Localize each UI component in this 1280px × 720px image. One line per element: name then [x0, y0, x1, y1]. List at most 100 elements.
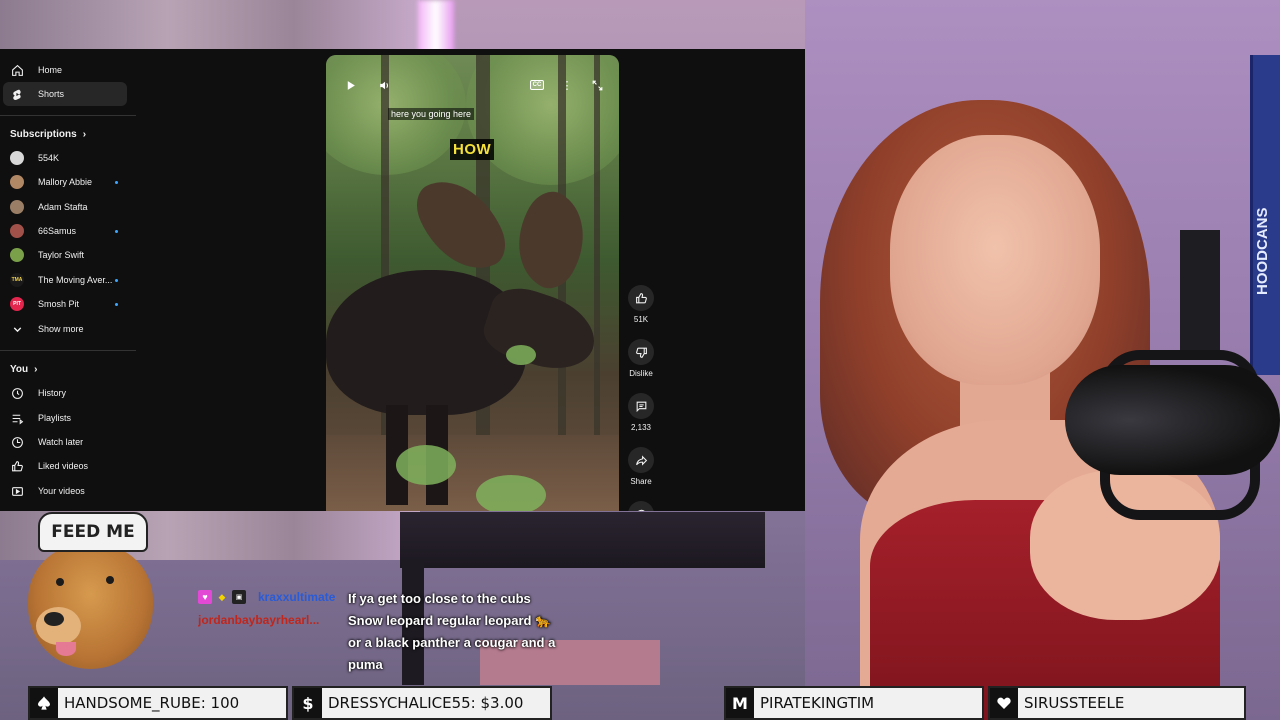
sidebar-item-subscription[interactable]: 554K [3, 146, 127, 170]
sidebar-item-subscription[interactable]: TMA The Moving Aver... [3, 268, 127, 292]
chat-message-line: Snow leopard regular leopard 🐆 [348, 613, 552, 628]
remix-icon [628, 501, 654, 511]
sidebar-item-playlists[interactable]: Playlists [3, 406, 127, 430]
sidebar-item-label: The Moving Aver... [38, 275, 113, 285]
sidebar-item-subscription[interactable]: Taylor Swift [3, 243, 127, 267]
sidebar-item-label: Playlists [38, 413, 72, 423]
short-video-player[interactable]: CC ⋮ here you going here HOW [326, 55, 619, 511]
sidebar-item-label: Home [38, 65, 63, 75]
divider [0, 115, 136, 116]
playlists-icon [9, 410, 25, 426]
chat-username: kraxxultimate [258, 590, 336, 604]
like-count: 51K [633, 315, 649, 324]
dollar-icon: $ [294, 688, 322, 718]
sidebar-item-label: Liked videos [38, 461, 89, 471]
sidebar-item-label: Shorts [38, 89, 65, 99]
play-button[interactable] [340, 75, 360, 95]
sidebar-item-label: 66Samus [38, 226, 77, 236]
dog-overlay: FEED ME [20, 512, 160, 682]
volume-icon [379, 81, 388, 89]
new-content-dot [115, 229, 118, 233]
home-icon [9, 62, 25, 78]
show-more-button[interactable]: Show more [3, 317, 127, 341]
dog-tongue [56, 642, 76, 656]
sidebar-item-label: 554K [38, 153, 60, 163]
avatar [10, 224, 24, 238]
history-icon [9, 385, 25, 401]
sidebar-item-label: Mallory Abbie [38, 177, 93, 187]
captions-button[interactable]: CC [527, 75, 547, 95]
sidebar-item-watch-later[interactable]: Watch later [3, 430, 127, 454]
chevron-down-icon [9, 321, 25, 337]
cc-icon: CC [529, 80, 545, 90]
sidebar-item-subscription[interactable]: Adam Stafta [3, 195, 127, 219]
mic-arm [1180, 230, 1220, 350]
fullscreen-button[interactable] [587, 75, 607, 95]
sidebar-item-label: Adam Stafta [38, 202, 88, 212]
sidebar: Home Shorts Subscriptions › 554K Mallory… [0, 49, 140, 511]
sidebar-item-subscription[interactable]: PIT Smosh Pit [3, 292, 127, 316]
divider [0, 350, 136, 351]
new-content-dot [115, 278, 118, 282]
play-icon [347, 80, 355, 90]
ticker-item: SIRUSSTEELE [988, 686, 1246, 720]
ticker-item: m PIRATEKINGTIM [724, 686, 984, 720]
like-button[interactable]: 51K [626, 285, 656, 324]
dog-eye [106, 576, 114, 584]
ticker-text: HANDSOME_RUBE: 100 [64, 694, 240, 712]
sidebar-item-subscription[interactable]: Mallory Abbie [3, 170, 127, 194]
sidebar-item-label: History [38, 388, 67, 398]
sidebar-item-your-videos[interactable]: Your videos [3, 479, 127, 503]
you-header[interactable]: You › [10, 364, 38, 375]
dog-eye [56, 578, 64, 586]
sidebar-item-history[interactable]: History [3, 381, 127, 405]
video-caption-big: HOW [450, 139, 495, 160]
m-icon: m [726, 688, 754, 718]
avatar [10, 248, 24, 262]
sidebar-item-liked-videos[interactable]: Liked videos [3, 454, 127, 478]
more-options-button[interactable]: ⋮ [557, 75, 577, 95]
youtube-window: Home Shorts Subscriptions › 554K Mallory… [0, 49, 805, 511]
sidebar-item-home[interactable]: Home [3, 58, 127, 82]
show-more-label: Show more [38, 324, 84, 334]
wall-banner: HOODCANS [1250, 55, 1280, 375]
plant [396, 445, 456, 485]
video-caption-small: here you going here [388, 108, 475, 120]
more-vert-icon: ⋮ [561, 79, 573, 92]
ticker-item: $ DRESSYCHALICE55: $3.00 [292, 686, 552, 720]
chevron-right-icon: › [34, 364, 38, 375]
watch-later-icon [9, 434, 25, 450]
ticker-text: PIRATEKINGTIM [760, 694, 875, 712]
share-button[interactable]: Share [626, 447, 656, 486]
heart-badge-icon: ♥ [198, 590, 212, 604]
bits-badge-icon: ◆ [218, 591, 226, 602]
comments-button[interactable]: 2,133 [626, 393, 656, 432]
subscriptions-header[interactable]: Subscriptions › [10, 129, 86, 140]
dislike-button[interactable]: Dislike [626, 339, 656, 378]
chevron-right-icon: › [82, 129, 87, 140]
chat-username: jordanbaybayrhearl... [198, 613, 320, 627]
sidebar-item-shorts[interactable]: Shorts [3, 82, 127, 106]
microphone [1065, 365, 1280, 475]
volume-button[interactable] [374, 75, 394, 95]
sidebar-item-label: Taylor Swift [38, 250, 85, 260]
event-ticker: HANDSOME_RUBE: 100 $ DRESSYCHALICE55: $3… [0, 686, 1280, 720]
avatar: PIT [10, 297, 24, 311]
sidebar-item-subscription[interactable]: 66Samus [3, 219, 127, 243]
banner-text: HOODCANS [1254, 207, 1271, 295]
ticker-item: HANDSOME_RUBE: 100 [28, 686, 288, 720]
dog-head [28, 544, 153, 669]
new-content-dot [115, 302, 118, 306]
sidebar-item-label: Smosh Pit [38, 299, 80, 309]
dog-nose [44, 612, 64, 626]
comment-icon [628, 393, 654, 419]
moose-antler [498, 183, 604, 297]
avatar [10, 200, 24, 214]
chat-message-line: If ya get too close to the cubs [348, 591, 531, 606]
remix-button[interactable] [626, 501, 656, 511]
desk [400, 512, 765, 568]
plant [476, 475, 546, 511]
ticker-text: DRESSYCHALICE55: $3.00 [328, 694, 524, 712]
your-videos-icon [9, 483, 25, 499]
sub-badge-icon: ▣ [232, 590, 246, 604]
